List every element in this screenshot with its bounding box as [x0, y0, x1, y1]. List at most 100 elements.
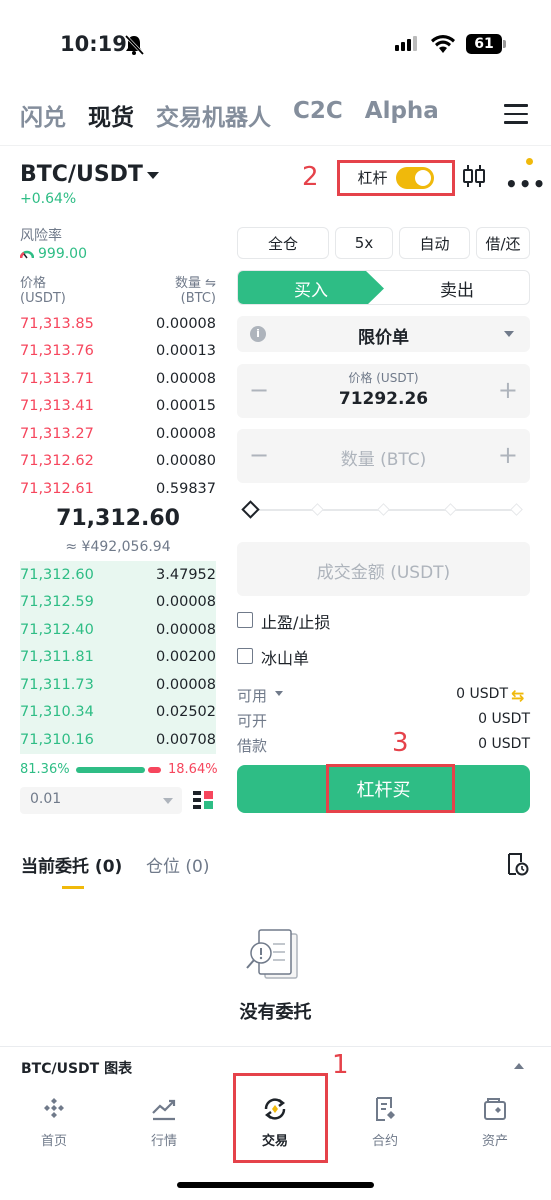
plus-icon[interactable]: + — [498, 376, 518, 404]
annotation-number-3: 3 — [392, 728, 409, 758]
caret-down-icon[interactable] — [275, 691, 283, 696]
tp-sl-label[interactable]: 止盈/止损 — [261, 609, 330, 633]
status-time: 10:19 — [60, 32, 127, 56]
bid-row[interactable]: 71,310.34 0.02502 — [20, 699, 216, 727]
nav-label: 资产 — [481, 1134, 508, 1149]
nav-assets[interactable]: 资产 — [450, 1095, 540, 1149]
buy-ratio: 81.36% — [20, 762, 70, 777]
bid-price: 71,312.40 — [20, 621, 94, 638]
nav-home[interactable]: 首页 — [9, 1095, 99, 1149]
ask-row[interactable]: 71,313.71 0.00008 — [20, 365, 216, 393]
slider-step-50[interactable] — [377, 503, 390, 516]
divider — [0, 145, 551, 146]
slider-step-100[interactable] — [510, 503, 523, 516]
candlestick-icon[interactable] — [462, 163, 486, 189]
bid-qty: 0.00008 — [156, 621, 216, 638]
ask-price: 71,312.62 — [20, 453, 94, 470]
order-history-icon[interactable] — [505, 852, 529, 876]
bid-qty: 0.00008 — [156, 594, 216, 611]
slider-step-75[interactable] — [444, 503, 457, 516]
quantity-input[interactable]: − 数量 (BTC) + — [237, 429, 530, 483]
amount-slider-handle[interactable] — [241, 500, 260, 519]
price-input[interactable]: − 价格 (USDT) 71292.26 + — [237, 364, 530, 418]
auto-borrow-button[interactable]: 自动 — [399, 227, 470, 259]
battery-icon: 61 — [466, 34, 506, 54]
bid-qty: 0.00008 — [156, 676, 216, 693]
ob-price-unit: (USDT) — [20, 291, 66, 306]
bid-qty: 0.02502 — [156, 704, 216, 721]
order-type-select[interactable]: i 限价单 — [237, 316, 530, 352]
signal-icon — [395, 36, 417, 51]
bid-price: 71,312.59 — [20, 594, 94, 611]
margin-mode-button[interactable]: 全仓 — [237, 227, 329, 259]
price-input-value[interactable]: 71292.26 — [237, 389, 530, 409]
sell-tab[interactable]: 卖出 — [384, 271, 529, 304]
ask-row[interactable]: 71,312.62 0.00080 — [20, 448, 216, 476]
home-indicator[interactable] — [177, 1182, 374, 1188]
tab-positions[interactable]: 仓位 (0) — [146, 852, 209, 877]
ask-row[interactable]: 71,312.61 0.59837 — [20, 475, 216, 503]
ask-row[interactable]: 71,313.76 0.00013 — [20, 338, 216, 366]
bid-row[interactable]: 71,311.81 0.00200 — [20, 644, 216, 672]
more-options-icon[interactable]: ••• — [505, 172, 546, 196]
precision-select[interactable]: 0.01 — [20, 787, 182, 814]
nav-futures[interactable]: 合约 — [340, 1095, 430, 1149]
tab-convert[interactable]: 闪兑 — [20, 98, 66, 132]
nav-label: 行情 — [150, 1134, 177, 1149]
iceberg-checkbox[interactable] — [237, 648, 253, 664]
bid-price: 71,311.73 — [20, 676, 94, 693]
available-label[interactable]: 可用 — [237, 685, 267, 706]
bid-qty: 0.00200 — [156, 649, 216, 666]
openable-label: 可开 — [237, 712, 268, 730]
ask-row[interactable]: 71,313.27 0.00008 — [20, 420, 216, 448]
risk-value: 999.00 — [20, 246, 87, 262]
active-tab-indicator — [62, 886, 84, 889]
bid-row[interactable]: 71,312.40 0.00008 — [20, 616, 216, 644]
total-input[interactable]: 成交金额 (USDT) — [237, 542, 530, 596]
orderbook-layout-icon[interactable] — [192, 789, 214, 811]
caret-up-icon[interactable] — [514, 1063, 524, 1069]
ask-price: 71,313.76 — [20, 343, 94, 360]
iceberg-label[interactable]: 冰山单 — [261, 645, 309, 669]
ob-qty-header[interactable]: 数量 ⇋ — [175, 272, 216, 291]
nav-markets[interactable]: 行情 — [119, 1095, 209, 1149]
annotation-box-margin-buy — [326, 764, 455, 813]
empty-orders-text: 没有委托 — [239, 1002, 312, 1023]
tab-open-orders[interactable]: 当前委托 (0) — [21, 852, 122, 877]
bid-row[interactable]: 71,311.73 0.00008 — [20, 671, 216, 699]
buy-tab[interactable]: 买入 — [238, 271, 384, 304]
bid-row[interactable]: 71,310.16 0.00708 — [20, 726, 216, 754]
ask-price: 71,313.27 — [20, 425, 94, 442]
chart-drawer-title[interactable]: BTC/USDT 图表 — [21, 1058, 132, 1078]
tab-c2c[interactable]: C2C — [293, 98, 343, 132]
slider-step-25[interactable] — [311, 503, 324, 516]
tp-sl-checkbox[interactable] — [237, 612, 253, 628]
ask-price: 71,313.71 — [20, 370, 94, 387]
annotation-box-trade — [233, 1073, 328, 1163]
pair-selector[interactable]: BTC/USDT — [20, 162, 143, 187]
bid-row[interactable]: 71,312.60 3.47952 — [20, 561, 216, 589]
transfer-icon[interactable]: ⇆ — [511, 686, 524, 705]
leverage-multiplier-button[interactable]: 5x — [335, 227, 393, 259]
hamburger-menu-icon[interactable] — [504, 104, 528, 126]
markets-chart-icon — [152, 1099, 176, 1121]
bid-row[interactable]: 71,312.59 0.00008 — [20, 589, 216, 617]
annotation-number-1: 1 — [332, 1050, 349, 1080]
ask-row[interactable]: 71,313.85 0.00008 — [20, 310, 216, 338]
risk-gauge-icon — [20, 250, 34, 259]
last-price[interactable]: 71,312.60 — [20, 506, 216, 531]
ask-qty: 0.00008 — [156, 425, 216, 442]
ask-qty: 0.00008 — [156, 370, 216, 387]
ask-row[interactable]: 71,313.41 0.00015 — [20, 393, 216, 421]
ask-price: 71,313.41 — [20, 398, 94, 415]
caret-down-icon[interactable] — [147, 172, 159, 179]
plus-icon[interactable]: + — [498, 441, 518, 469]
wallet-icon — [484, 1098, 506, 1120]
tab-alpha[interactable]: Alpha — [365, 98, 439, 132]
tab-spot[interactable]: 现货 — [88, 98, 134, 132]
top-tabs: 闪兑 现货 交易机器人 C2C Alpha — [20, 98, 439, 132]
bid-price: 71,311.81 — [20, 649, 94, 666]
borrow-repay-button[interactable]: 借/还 — [476, 227, 530, 259]
ask-qty: 0.00013 — [156, 343, 216, 360]
tab-trading-bots[interactable]: 交易机器人 — [156, 98, 271, 132]
